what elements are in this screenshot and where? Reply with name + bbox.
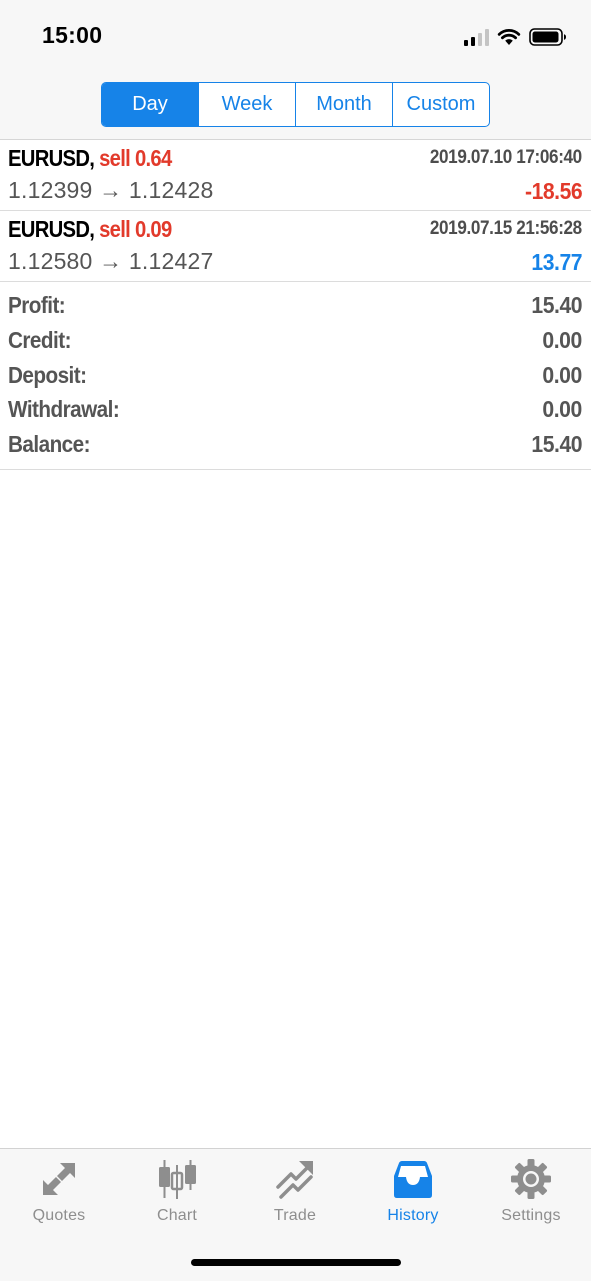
trade-trend-icon — [276, 1161, 313, 1199]
tab-trade[interactable]: Trade — [236, 1149, 354, 1239]
deal-prices: 1.12399 → 1.12428 — [8, 177, 214, 203]
tab-settings[interactable]: Settings — [472, 1149, 590, 1239]
summary-row-balance: Balance: 15.40 — [0, 427, 591, 461]
top-header: 15:00 Day Week Month Custom — [0, 0, 591, 140]
summary-row-profit: Profit: 15.40 — [0, 288, 591, 322]
candlestick-chart-icon — [159, 1160, 196, 1199]
tab-history[interactable]: History — [354, 1149, 472, 1239]
summary-value: 15.40 — [531, 431, 582, 457]
period-custom-tab[interactable]: Custom — [392, 83, 489, 126]
deal-profit: -18.56 — [524, 178, 583, 204]
tab-label: Settings — [501, 1207, 561, 1224]
status-icons — [464, 26, 567, 48]
summary-label: Profit: — [8, 292, 66, 318]
deal-side-volume: sell 0.09 — [99, 216, 172, 242]
summary-value: 0.00 — [542, 396, 583, 422]
home-indicator — [191, 1259, 401, 1266]
deal-datetime: 2019.07.10 17:06:40 — [430, 147, 582, 168]
summary-value: 0.00 — [542, 327, 583, 353]
tab-label: Quotes — [32, 1207, 86, 1224]
deal-symbol: EURUSD, — [8, 216, 95, 242]
summary-row-deposit: Deposit: 0.00 — [0, 358, 591, 392]
cellular-signal-icon — [464, 28, 489, 46]
deal-prices: 1.12580 → 1.12427 — [8, 248, 214, 274]
deal-profit: 13.77 — [531, 249, 582, 275]
tab-label: Chart — [156, 1207, 198, 1224]
period-selector: Day Week Month Custom — [101, 82, 490, 127]
account-summary: Profit: 15.40 Credit: 0.00 Deposit: 0.00… — [0, 282, 591, 470]
quotes-arrows-icon — [43, 1163, 75, 1195]
summary-label: Balance: — [8, 431, 91, 457]
summary-row-credit: Credit: 0.00 — [0, 323, 591, 357]
deal-side-volume: sell 0.64 — [99, 145, 172, 171]
deal-datetime: 2019.07.15 21:56:28 — [430, 218, 582, 239]
summary-value: 0.00 — [542, 362, 583, 388]
tab-quotes[interactable]: Quotes — [0, 1149, 118, 1239]
battery-icon — [529, 28, 566, 46]
summary-label: Withdrawal: — [8, 396, 120, 422]
deal-title: EURUSD, sell 0.09 — [8, 216, 172, 243]
deal-row[interactable]: EURUSD, sell 0.09 2019.07.15 21:56:28 1.… — [0, 211, 591, 282]
deal-title: EURUSD, sell 0.64 — [8, 145, 172, 172]
status-time: 15:00 — [42, 22, 103, 48]
history-inbox-icon — [394, 1161, 432, 1198]
tab-label: Trade — [273, 1207, 317, 1224]
tab-label: History — [387, 1207, 439, 1224]
tab-chart[interactable]: Chart — [118, 1149, 236, 1239]
settings-gear-icon — [511, 1159, 551, 1199]
summary-value: 15.40 — [531, 292, 582, 318]
deal-row[interactable]: EURUSD, sell 0.64 2019.07.10 17:06:40 1.… — [0, 140, 591, 211]
period-week-tab[interactable]: Week — [198, 83, 295, 126]
deal-symbol: EURUSD, — [8, 145, 95, 171]
period-month-tab[interactable]: Month — [295, 83, 392, 126]
summary-row-withdrawal: Withdrawal: 0.00 — [0, 392, 591, 426]
wifi-icon — [497, 29, 521, 45]
period-day-tab[interactable]: Day — [102, 83, 198, 126]
summary-label: Deposit: — [8, 362, 87, 388]
summary-label: Credit: — [8, 327, 71, 353]
